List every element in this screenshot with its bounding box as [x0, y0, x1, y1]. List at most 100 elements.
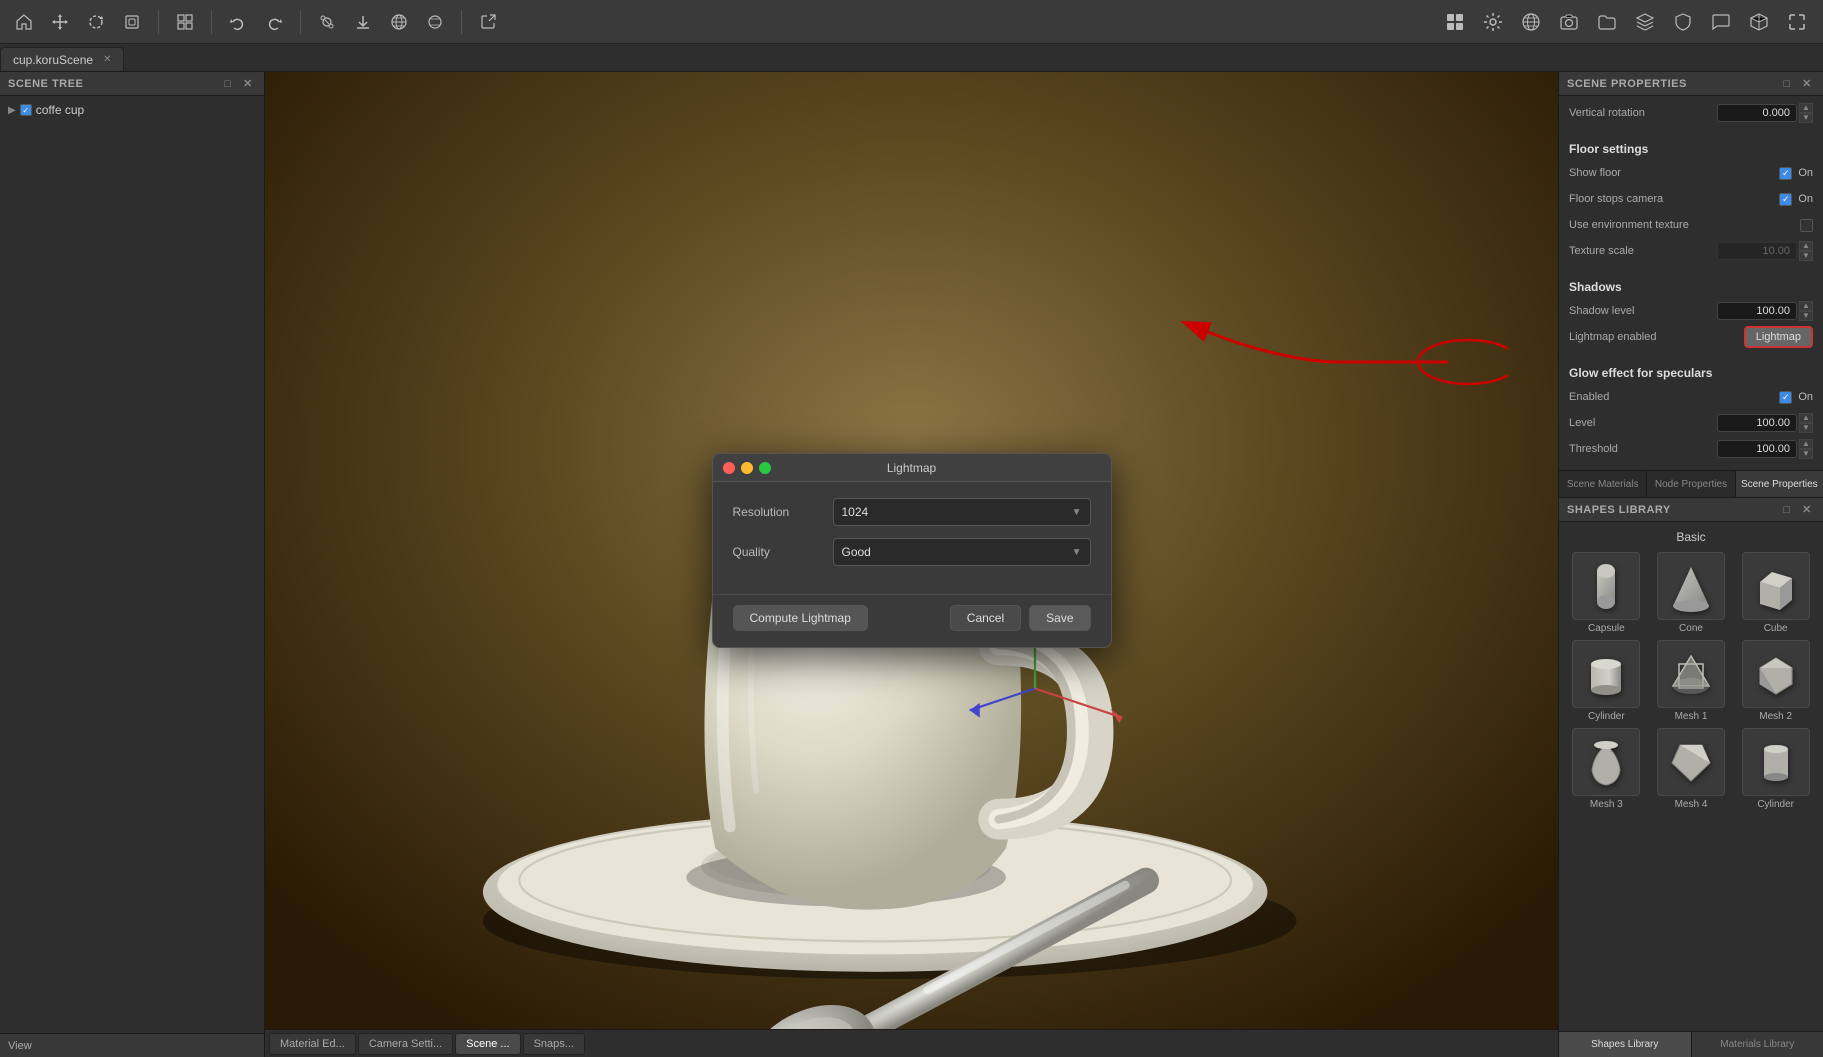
frame-icon[interactable] [171, 8, 199, 36]
vertical-rotation-spinner: ▲ ▼ [1799, 103, 1813, 123]
globe-icon[interactable] [1515, 6, 1547, 38]
shape-item-cylinder[interactable]: Cylinder [1567, 640, 1646, 722]
shape-item-cube[interactable]: Cube [1736, 552, 1815, 634]
gt-down[interactable]: ▼ [1799, 449, 1813, 459]
shape-label-cube: Cube [1764, 623, 1788, 634]
resolution-select[interactable]: 1024 ▼ [833, 498, 1091, 526]
gt-up[interactable]: ▲ [1799, 439, 1813, 449]
download-icon[interactable] [349, 8, 377, 36]
chat-icon[interactable] [1705, 6, 1737, 38]
tab-scene-materials[interactable]: Scene Materials [1559, 471, 1647, 497]
show-floor-checkbox[interactable]: ✓ [1779, 167, 1792, 180]
tab-scene[interactable]: Scene ... [455, 1033, 520, 1055]
scene-tree-header: SCENE TREE □ ✕ [0, 72, 264, 96]
ts-up: ▲ [1799, 241, 1813, 251]
shape-item-cylinder2[interactable]: Cylinder [1736, 728, 1815, 810]
viewport-column: Lightmap Resolution 1024 ▼ Quality [265, 72, 1558, 1057]
scale-icon[interactable] [118, 8, 146, 36]
glow-threshold-input[interactable] [1717, 440, 1797, 458]
tab-camera-settings[interactable]: Camera Setti... [358, 1033, 453, 1055]
tab-snaps[interactable]: Snaps... [523, 1033, 585, 1055]
rotate-icon[interactable] [82, 8, 110, 36]
box-icon[interactable] [1743, 6, 1775, 38]
scene-tree-maximize[interactable]: □ [220, 76, 236, 92]
glow-level-input[interactable] [1717, 414, 1797, 432]
gl-down[interactable]: ▼ [1799, 423, 1813, 433]
move-icon[interactable] [46, 8, 74, 36]
tree-item-coffecup[interactable]: ▶ ✓ coffe cup [4, 100, 260, 120]
shape-label-cone: Cone [1679, 623, 1703, 634]
tab-materials-library[interactable]: Materials Library [1692, 1032, 1823, 1057]
viewport[interactable]: Lightmap Resolution 1024 ▼ Quality [265, 72, 1558, 1029]
tab-scene-close[interactable]: ✕ [103, 54, 111, 65]
scene-props-close[interactable]: ✕ [1799, 76, 1815, 92]
shadow-level-input[interactable] [1717, 302, 1797, 320]
folder-icon[interactable] [1591, 6, 1623, 38]
glow-enabled-checkbox[interactable]: ✓ [1779, 391, 1792, 404]
link-icon[interactable] [313, 8, 341, 36]
tab-shapes-library[interactable]: Shapes Library [1559, 1032, 1692, 1057]
scene-tree-bottom[interactable]: View [0, 1033, 264, 1057]
tab-node-properties[interactable]: Node Properties [1647, 471, 1735, 497]
home-icon[interactable] [10, 8, 38, 36]
camera-icon[interactable] [1553, 6, 1585, 38]
scene-tree-title: SCENE TREE [8, 78, 83, 90]
vr-down[interactable]: ▼ [1799, 113, 1813, 123]
settings-icon[interactable] [1477, 6, 1509, 38]
vr-up[interactable]: ▲ [1799, 103, 1813, 113]
shapes-section-basic: Basic [1567, 530, 1815, 544]
shadow-level-value: ▲ ▼ [1717, 301, 1813, 321]
tab-material-label: Material Ed... [280, 1038, 345, 1050]
shadows-section: Shadows Shadow level ▲ ▼ Lightmap enable… [1559, 272, 1823, 358]
undo-icon[interactable] [224, 8, 252, 36]
dialog-close-btn[interactable] [723, 462, 735, 474]
show-floor-label: Show floor [1569, 167, 1779, 179]
export-icon[interactable] [474, 8, 502, 36]
shapes-lib-maximize[interactable]: □ [1779, 502, 1795, 518]
show-floor-value: ✓ On [1779, 167, 1813, 180]
shape-item-cone[interactable]: Cone [1652, 552, 1731, 634]
floor-settings-title: Floor settings [1569, 142, 1813, 156]
gl-up[interactable]: ▲ [1799, 413, 1813, 423]
use-env-checkbox[interactable] [1800, 219, 1813, 232]
cancel-button[interactable]: Cancel [950, 605, 1021, 631]
shape-item-capsule[interactable]: Capsule [1567, 552, 1646, 634]
tree-checkbox-coffecup[interactable]: ✓ [20, 104, 32, 116]
tab-scene-properties[interactable]: Scene Properties [1736, 471, 1823, 497]
vertical-rotation-input[interactable] [1717, 104, 1797, 122]
shape-item-mesh1[interactable]: Mesh 1 [1652, 640, 1731, 722]
shapes-library-title: SHAPES LIBRARY [1567, 504, 1671, 516]
shape-item-mesh2[interactable]: Mesh 2 [1736, 640, 1815, 722]
dialog-minimize-btn[interactable] [741, 462, 753, 474]
lightmap-button[interactable]: Lightmap [1744, 326, 1813, 348]
floor-stops-checkbox[interactable]: ✓ [1779, 193, 1792, 206]
tab-material-editor[interactable]: Material Ed... [269, 1033, 356, 1055]
quality-row: Quality Good ▼ [733, 538, 1091, 566]
texture-scale-label: Texture scale [1569, 245, 1717, 257]
layers-icon[interactable] [1629, 6, 1661, 38]
scene-props-maximize[interactable]: □ [1779, 76, 1795, 92]
scene-tree-content: ▶ ✓ coffe cup [0, 96, 264, 1033]
scene-tree-close[interactable]: ✕ [240, 76, 256, 92]
glow-enabled-on: On [1798, 391, 1813, 403]
grid-icon[interactable] [385, 8, 413, 36]
dialog-footer: Compute Lightmap Cancel Save [713, 594, 1111, 647]
scene-properties-content: Vertical rotation ▲ ▼ Floor settings Sho… [1559, 96, 1823, 471]
shape-item-mesh3[interactable]: Mesh 3 [1567, 728, 1646, 810]
tab-scene[interactable]: cup.koruScene ✕ [0, 47, 124, 71]
sphere-icon[interactable] [421, 8, 449, 36]
shield-icon[interactable] [1667, 6, 1699, 38]
shapes-lib-close[interactable]: ✕ [1799, 502, 1815, 518]
redo-icon[interactable] [260, 8, 288, 36]
separator2 [211, 10, 212, 34]
sl-down[interactable]: ▼ [1799, 311, 1813, 321]
save-button[interactable]: Save [1029, 605, 1090, 631]
shape-item-mesh4[interactable]: Mesh 4 [1652, 728, 1731, 810]
layout-icon[interactable] [1439, 6, 1471, 38]
panel-tabs: Scene Materials Node Properties Scene Pr… [1559, 471, 1823, 498]
dialog-maximize-btn[interactable] [759, 462, 771, 474]
sl-up[interactable]: ▲ [1799, 301, 1813, 311]
compute-lightmap-button[interactable]: Compute Lightmap [733, 605, 868, 631]
expand-icon[interactable] [1781, 6, 1813, 38]
quality-select[interactable]: Good ▼ [833, 538, 1091, 566]
